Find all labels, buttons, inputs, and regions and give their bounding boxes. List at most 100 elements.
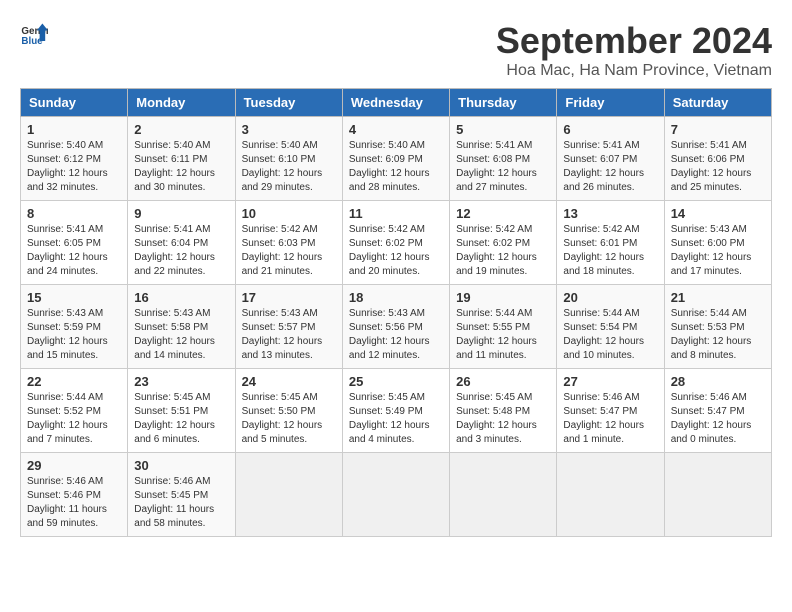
day-info: Sunrise: 5:40 AM Sunset: 6:09 PM Dayligh…: [349, 139, 443, 195]
day-info: Sunrise: 5:46 AM Sunset: 5:46 PM Dayligh…: [27, 475, 121, 531]
day-number: 10: [242, 206, 336, 221]
day-info: Sunrise: 5:41 AM Sunset: 6:07 PM Dayligh…: [563, 139, 657, 195]
calendar-cell: 7 Sunrise: 5:41 AM Sunset: 6:06 PM Daylig…: [664, 117, 771, 201]
calendar-cell: 15 Sunrise: 5:43 AM Sunset: 5:59 PM Dayli…: [21, 285, 128, 369]
day-info: Sunrise: 5:43 AM Sunset: 5:56 PM Dayligh…: [349, 307, 443, 363]
calendar-cell: 29 Sunrise: 5:46 AM Sunset: 5:46 PM Dayli…: [21, 453, 128, 537]
day-number: 16: [134, 290, 228, 305]
calendar-cell: 6 Sunrise: 5:41 AM Sunset: 6:07 PM Daylig…: [557, 117, 664, 201]
weekday-header-monday: Monday: [128, 89, 235, 117]
day-number: 13: [563, 206, 657, 221]
day-number: 21: [671, 290, 765, 305]
calendar-cell: [450, 453, 557, 537]
calendar-cell: 1 Sunrise: 5:40 AM Sunset: 6:12 PM Daylig…: [21, 117, 128, 201]
day-info: Sunrise: 5:41 AM Sunset: 6:05 PM Dayligh…: [27, 223, 121, 279]
calendar-cell: 3Sunrise: 5:40 AM Sunset: 6:10 PM Daylig…: [235, 117, 342, 201]
day-info: Sunrise: 5:41 AM Sunset: 6:08 PM Dayligh…: [456, 139, 550, 195]
day-info: Sunrise: 5:42 AM Sunset: 6:02 PM Dayligh…: [456, 223, 550, 279]
calendar-week-4: 22Sunrise: 5:44 AM Sunset: 5:52 PM Dayli…: [21, 369, 772, 453]
calendar-week-2: 8 Sunrise: 5:41 AM Sunset: 6:05 PM Daylig…: [21, 201, 772, 285]
calendar-cell: 5 Sunrise: 5:41 AM Sunset: 6:08 PM Daylig…: [450, 117, 557, 201]
day-info: Sunrise: 5:45 AM Sunset: 5:49 PM Dayligh…: [349, 391, 443, 447]
day-number: 15: [27, 290, 121, 305]
day-info: Sunrise: 5:42 AM Sunset: 6:03 PM Dayligh…: [242, 223, 336, 279]
day-info: Sunrise: 5:41 AM Sunset: 6:04 PM Dayligh…: [134, 223, 228, 279]
day-info: Sunrise: 5:45 AM Sunset: 5:51 PM Dayligh…: [134, 391, 228, 447]
calendar-cell: 2Sunrise: 5:40 AM Sunset: 6:11 PM Daylig…: [128, 117, 235, 201]
calendar-cell: 8 Sunrise: 5:41 AM Sunset: 6:05 PM Daylig…: [21, 201, 128, 285]
calendar-table: SundayMondayTuesdayWednesdayThursdayFrid…: [20, 88, 772, 537]
calendar-cell: 14 Sunrise: 5:43 AM Sunset: 6:00 PM Dayli…: [664, 201, 771, 285]
logo-icon: General Blue: [20, 20, 48, 48]
day-number: 4: [349, 122, 443, 137]
calendar-cell: [664, 453, 771, 537]
calendar-week-3: 15 Sunrise: 5:43 AM Sunset: 5:59 PM Dayli…: [21, 285, 772, 369]
calendar-week-1: 1 Sunrise: 5:40 AM Sunset: 6:12 PM Daylig…: [21, 117, 772, 201]
day-info: Sunrise: 5:44 AM Sunset: 5:55 PM Dayligh…: [456, 307, 550, 363]
day-number: 5: [456, 122, 550, 137]
calendar-cell: 28 Sunrise: 5:46 AM Sunset: 5:47 PM Dayli…: [664, 369, 771, 453]
day-number: 8: [27, 206, 121, 221]
weekday-header-tuesday: Tuesday: [235, 89, 342, 117]
calendar-week-5: 29 Sunrise: 5:46 AM Sunset: 5:46 PM Dayli…: [21, 453, 772, 537]
page-header: General Blue September 2024 Hoa Mac, Ha …: [20, 20, 772, 80]
calendar-cell: 22Sunrise: 5:44 AM Sunset: 5:52 PM Dayli…: [21, 369, 128, 453]
day-number: 11: [349, 206, 443, 221]
calendar-cell: 24Sunrise: 5:45 AM Sunset: 5:50 PM Dayli…: [235, 369, 342, 453]
day-number: 27: [563, 374, 657, 389]
day-info: Sunrise: 5:43 AM Sunset: 6:00 PM Dayligh…: [671, 223, 765, 279]
day-number: 18: [349, 290, 443, 305]
day-info: Sunrise: 5:40 AM Sunset: 6:10 PM Dayligh…: [242, 139, 336, 195]
day-info: Sunrise: 5:41 AM Sunset: 6:06 PM Dayligh…: [671, 139, 765, 195]
calendar-cell: 21 Sunrise: 5:44 AM Sunset: 5:53 PM Dayli…: [664, 285, 771, 369]
calendar-cell: 9 Sunrise: 5:41 AM Sunset: 6:04 PM Daylig…: [128, 201, 235, 285]
day-number: 30: [134, 458, 228, 473]
day-number: 7: [671, 122, 765, 137]
calendar-cell: 10 Sunrise: 5:42 AM Sunset: 6:03 PM Dayli…: [235, 201, 342, 285]
day-info: Sunrise: 5:43 AM Sunset: 5:59 PM Dayligh…: [27, 307, 121, 363]
day-number: 28: [671, 374, 765, 389]
calendar-cell: 13Sunrise: 5:42 AM Sunset: 6:01 PM Dayli…: [557, 201, 664, 285]
calendar-cell: 23 Sunrise: 5:45 AM Sunset: 5:51 PM Dayli…: [128, 369, 235, 453]
day-number: 29: [27, 458, 121, 473]
calendar-cell: 25 Sunrise: 5:45 AM Sunset: 5:49 PM Dayli…: [342, 369, 449, 453]
day-info: Sunrise: 5:43 AM Sunset: 5:58 PM Dayligh…: [134, 307, 228, 363]
weekday-header-saturday: Saturday: [664, 89, 771, 117]
calendar-cell: 27Sunrise: 5:46 AM Sunset: 5:47 PM Dayli…: [557, 369, 664, 453]
day-info: Sunrise: 5:40 AM Sunset: 6:11 PM Dayligh…: [134, 139, 228, 195]
logo: General Blue: [20, 20, 48, 48]
day-number: 12: [456, 206, 550, 221]
day-info: Sunrise: 5:44 AM Sunset: 5:54 PM Dayligh…: [563, 307, 657, 363]
calendar-cell: 17 Sunrise: 5:43 AM Sunset: 5:57 PM Dayli…: [235, 285, 342, 369]
day-info: Sunrise: 5:46 AM Sunset: 5:47 PM Dayligh…: [671, 391, 765, 447]
day-number: 9: [134, 206, 228, 221]
weekday-header-wednesday: Wednesday: [342, 89, 449, 117]
day-info: Sunrise: 5:43 AM Sunset: 5:57 PM Dayligh…: [242, 307, 336, 363]
weekday-header-sunday: Sunday: [21, 89, 128, 117]
calendar-cell: [557, 453, 664, 537]
day-info: Sunrise: 5:44 AM Sunset: 5:53 PM Dayligh…: [671, 307, 765, 363]
day-number: 22: [27, 374, 121, 389]
calendar-cell: 30Sunrise: 5:46 AM Sunset: 5:45 PM Dayli…: [128, 453, 235, 537]
calendar-cell: [342, 453, 449, 537]
weekday-header-thursday: Thursday: [450, 89, 557, 117]
day-number: 19: [456, 290, 550, 305]
day-number: 20: [563, 290, 657, 305]
calendar-cell: 12 Sunrise: 5:42 AM Sunset: 6:02 PM Dayli…: [450, 201, 557, 285]
title-block: September 2024 Hoa Mac, Ha Nam Province,…: [496, 20, 772, 80]
day-number: 1: [27, 122, 121, 137]
day-number: 14: [671, 206, 765, 221]
day-info: Sunrise: 5:45 AM Sunset: 5:48 PM Dayligh…: [456, 391, 550, 447]
weekday-header-row: SundayMondayTuesdayWednesdayThursdayFrid…: [21, 89, 772, 117]
day-number: 23: [134, 374, 228, 389]
day-number: 26: [456, 374, 550, 389]
day-info: Sunrise: 5:40 AM Sunset: 6:12 PM Dayligh…: [27, 139, 121, 195]
day-number: 6: [563, 122, 657, 137]
weekday-header-friday: Friday: [557, 89, 664, 117]
calendar-cell: 16 Sunrise: 5:43 AM Sunset: 5:58 PM Dayli…: [128, 285, 235, 369]
day-number: 25: [349, 374, 443, 389]
calendar-cell: [235, 453, 342, 537]
day-number: 17: [242, 290, 336, 305]
location-subtitle: Hoa Mac, Ha Nam Province, Vietnam: [496, 62, 772, 80]
calendar-cell: 4 Sunrise: 5:40 AM Sunset: 6:09 PM Daylig…: [342, 117, 449, 201]
